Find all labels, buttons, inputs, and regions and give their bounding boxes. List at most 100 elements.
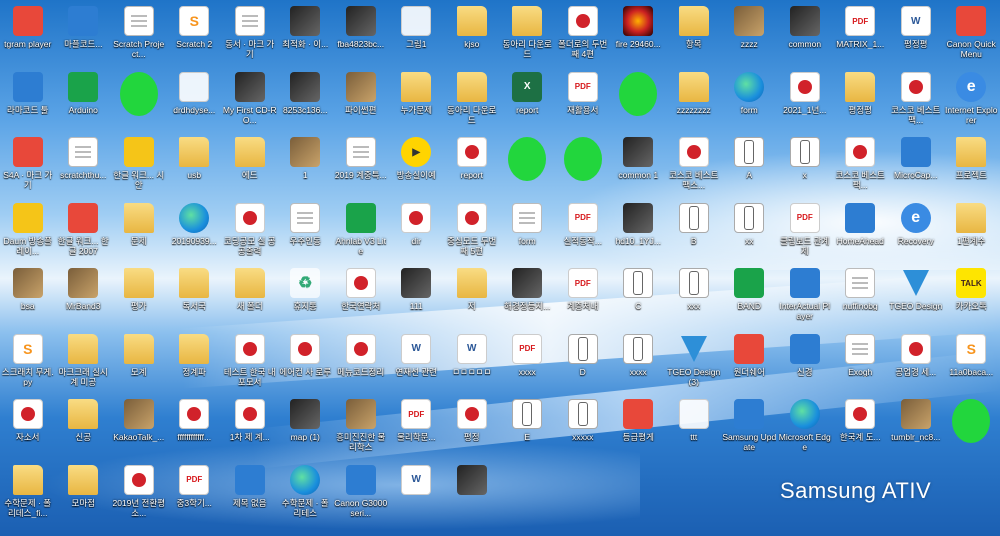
- desktop-icon[interactable]: xxxxx: [555, 393, 611, 459]
- desktop-icon[interactable]: KakaoTalk_...: [944, 393, 1000, 459]
- desktop-icon[interactable]: scratchthu...: [56, 131, 112, 197]
- desktop-icon[interactable]: 그림1: [389, 0, 445, 66]
- desktop-icon[interactable]: 공업경 세...: [888, 328, 944, 394]
- desktop-icon[interactable]: [611, 66, 667, 132]
- desktop-icon[interactable]: tgram player: [0, 0, 56, 66]
- desktop-icon[interactable]: C: [611, 262, 667, 328]
- desktop-icon[interactable]: report: [444, 131, 500, 197]
- desktop-icon[interactable]: 흥미진진한 물리학스: [333, 393, 389, 459]
- desktop-icon[interactable]: Ahnlab V3 Lite: [333, 197, 389, 263]
- desktop-icon[interactable]: tumblr_nc8...: [888, 393, 944, 459]
- desktop-icon[interactable]: 원더쉐어: [722, 328, 778, 394]
- desktop-icon[interactable]: Canon Quick Menu: [944, 0, 1000, 66]
- desktop-icon[interactable]: KakaoTalk_...: [500, 131, 556, 197]
- desktop-icon[interactable]: 우주인동: [278, 197, 334, 263]
- desktop-icon[interactable]: 폴더로의 두번째 4편: [555, 0, 611, 66]
- desktop-icon[interactable]: 카카오톡: [944, 262, 1000, 328]
- desktop-icon[interactable]: 에드: [222, 131, 278, 197]
- desktop-icon[interactable]: 1편계수: [944, 197, 1000, 263]
- desktop-icon[interactable]: 11a0baca...: [944, 328, 1000, 394]
- desktop-icon[interactable]: 마플코드...: [56, 0, 112, 66]
- desktop-icon[interactable]: 항목: [666, 0, 722, 66]
- desktop-icon[interactable]: 한국연락처: [333, 262, 389, 328]
- desktop-icon[interactable]: form: [500, 197, 556, 263]
- desktop-icon[interactable]: S4A · 마크 가기: [0, 131, 56, 197]
- desktop-icon[interactable]: 모마점: [56, 459, 112, 525]
- desktop-icon[interactable]: BAND: [722, 262, 778, 328]
- desktop-icon[interactable]: kjso: [444, 0, 500, 66]
- desktop-icon[interactable]: My First CD-RO...: [222, 66, 278, 132]
- desktop-icon[interactable]: 테스트 한국 내 포모서: [222, 328, 278, 394]
- desktop-icon[interactable]: HomeAhead: [833, 197, 889, 263]
- desktop-icon[interactable]: E: [500, 393, 556, 459]
- desktop-icon[interactable]: [111, 66, 167, 132]
- desktop-icon[interactable]: 새 폴더: [222, 262, 278, 328]
- desktop-icon[interactable]: 평정: [444, 393, 500, 459]
- desktop-icon[interactable]: D: [555, 328, 611, 394]
- desktop-icon[interactable]: Scratch 2: [167, 0, 223, 66]
- desktop-icon[interactable]: 프로젝트: [944, 131, 1000, 197]
- desktop-icon[interactable]: hd10_1YJ...: [611, 197, 667, 263]
- desktop-icon[interactable]: 모계: [111, 328, 167, 394]
- desktop-icon[interactable]: [555, 131, 611, 197]
- desktop-icon[interactable]: map (1): [278, 393, 334, 459]
- desktop-icon[interactable]: 저: [444, 262, 500, 328]
- desktop-icon[interactable]: 한글 워크... 한글 2007: [56, 197, 112, 263]
- desktop-icon[interactable]: 최적화 · 이...: [278, 0, 334, 66]
- desktop-icon[interactable]: Samsung Update: [722, 393, 778, 459]
- desktop-icon[interactable]: 신공: [56, 393, 112, 459]
- desktop-icon[interactable]: 20190939...: [167, 197, 223, 263]
- desktop-icon[interactable]: B: [666, 197, 722, 263]
- desktop-icon[interactable]: 누가문제: [389, 66, 445, 132]
- desktop-icon[interactable]: common 1: [611, 131, 667, 197]
- desktop-icon[interactable]: MicroCap...: [888, 131, 944, 197]
- desktop-icon[interactable]: form: [722, 66, 778, 132]
- desktop-icon[interactable]: 연재선 관련: [389, 328, 445, 394]
- desktop-icon[interactable]: 코스코 베스트팩...: [888, 66, 944, 132]
- desktop-icon[interactable]: 수학문제 · 폴리테스: [278, 459, 334, 525]
- desktop-icon[interactable]: 한글 워크... 시안: [111, 131, 167, 197]
- desktop-icon[interactable]: Daum 방송플레이...: [0, 197, 56, 263]
- desktop-icon[interactable]: 1차 제 계...: [222, 393, 278, 459]
- desktop-icon[interactable]: 파이썬편: [333, 66, 389, 132]
- desktop-icon[interactable]: 마크크래 실시계 미공: [56, 328, 112, 394]
- desktop-icon[interactable]: Canon G3000 seri...: [333, 459, 389, 525]
- desktop-icon[interactable]: 평정평: [888, 0, 944, 66]
- desktop-icon[interactable]: 독서국: [167, 262, 223, 328]
- desktop-icon[interactable]: 해경정등지...: [500, 262, 556, 328]
- desktop-icon[interactable]: A: [722, 131, 778, 197]
- desktop-icon[interactable]: report: [500, 66, 556, 132]
- desktop-icon[interactable]: ㅁㅁㅁㅁㅁ: [444, 328, 500, 394]
- desktop-icon[interactable]: 중3학기...: [167, 459, 223, 525]
- desktop-icon[interactable]: 물리학문...: [389, 393, 445, 459]
- desktop-icon[interactable]: 계층처내: [555, 262, 611, 328]
- desktop-icon[interactable]: TGEO Design: [888, 262, 944, 328]
- desktop-icon[interactable]: bsa: [0, 262, 56, 328]
- desktop-icon[interactable]: xxxx: [500, 328, 556, 394]
- desktop-icon[interactable]: 8253c136...: [278, 66, 334, 132]
- desktop-icon[interactable]: KakaoTalk_...: [111, 393, 167, 459]
- desktop-icon[interactable]: Arduino: [56, 66, 112, 132]
- desktop-icon[interactable]: 중심모드 두번째 5편: [444, 197, 500, 263]
- desktop-icon[interactable]: Recovery: [888, 197, 944, 263]
- desktop-icon[interactable]: 1: [278, 131, 334, 197]
- desktop-icon[interactable]: 등급평게: [611, 393, 667, 459]
- desktop-icon[interactable]: usb: [167, 131, 223, 197]
- desktop-icon[interactable]: 신경: [777, 328, 833, 394]
- desktop-icon[interactable]: Microsoft Edge: [777, 393, 833, 459]
- desktop-icon[interactable]: TGEO Design (3): [666, 328, 722, 394]
- desktop-icon[interactable]: fire 29460...: [611, 0, 667, 66]
- desktop-icon[interactable]: 휴지통: [278, 262, 334, 328]
- desktop-icon[interactable]: 메뉴코드정리: [333, 328, 389, 394]
- desktop-icon[interactable]: 라마코드 툴: [0, 66, 56, 132]
- desktop-icon[interactable]: 동아리 다운로드: [444, 66, 500, 132]
- desktop-icon[interactable]: xx: [722, 197, 778, 263]
- desktop-icon[interactable]: 에어컨 사 로루: [278, 328, 334, 394]
- desktop-icon[interactable]: 평가: [111, 262, 167, 328]
- desktop-icon[interactable]: 문제: [111, 197, 167, 263]
- desktop-icon[interactable]: 한국계 도...: [833, 393, 889, 459]
- desktop-icon[interactable]: 방송실이예: [389, 131, 445, 197]
- desktop-icon[interactable]: Exogh: [833, 328, 889, 394]
- desktop-icon[interactable]: xxx: [666, 262, 722, 328]
- desktop-icon[interactable]: fba4823bc...: [333, 0, 389, 66]
